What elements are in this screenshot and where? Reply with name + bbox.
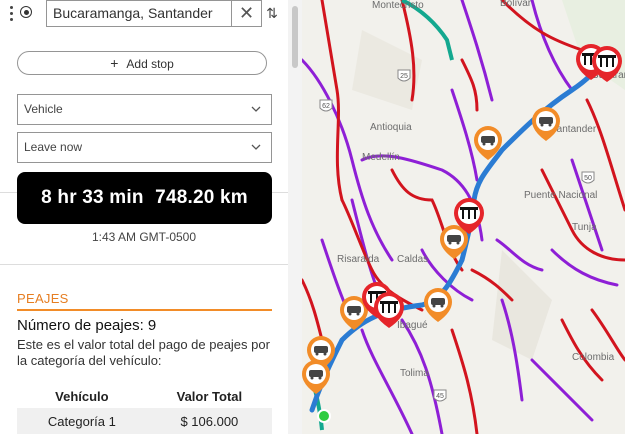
directions-panel: Bucaramanga, Santander ✕ ⇅ + Add stop Veh…	[0, 0, 288, 434]
panel-scrollbar[interactable]	[288, 0, 302, 434]
departure-time-value: Leave now	[24, 140, 83, 154]
map-label: Montecristo	[372, 0, 424, 11]
summary-time: 8 hr 33 min	[41, 187, 144, 208]
column-header-total: Valor Total	[176, 388, 243, 404]
map-label: Risaralda	[337, 254, 380, 265]
map-label: Ibagué	[397, 320, 428, 331]
map-label: Tolima	[400, 368, 429, 379]
map-label: Bolívar	[500, 0, 532, 9]
peajes-title: PEAJES	[17, 291, 69, 306]
toll-description: Este es el valor total del pago de peaje…	[17, 337, 270, 368]
total-value-cell: $ 106.000	[146, 408, 272, 434]
add-stop-button[interactable]: + Add stop	[17, 51, 267, 75]
stop-row: Bucaramanga, Santander ✕ ⇅	[10, 0, 282, 28]
route-shield: 50	[584, 175, 592, 182]
arrival-time: 1:43 AM GMT-0500	[91, 230, 197, 244]
route-summary: 8 hr 33 min 748.20 km	[17, 172, 272, 224]
table-header-row: Vehículo Valor Total	[17, 384, 272, 408]
plus-icon: +	[110, 55, 119, 71]
destination-input[interactable]: Bucaramanga, Santander ✕	[46, 0, 262, 27]
clear-icon[interactable]: ✕	[231, 1, 261, 26]
map-view[interactable]: Montecristo Bolívar Antioquia Medellín S…	[302, 0, 625, 434]
chevron-down-icon	[251, 106, 261, 112]
scrollbar-thumb[interactable]	[292, 6, 298, 68]
column-header-vehicle: Vehículo	[55, 388, 109, 404]
map-label: Antioquia	[370, 122, 412, 133]
table-row: Categoría 1 $ 106.000	[17, 408, 272, 434]
drag-handle-icon[interactable]	[10, 6, 14, 22]
chevron-down-icon	[251, 144, 261, 150]
peajes-underline	[17, 309, 272, 311]
divider	[0, 264, 288, 265]
travel-mode-value: Vehicle	[24, 102, 63, 116]
route-shield: 62	[322, 103, 330, 110]
route-shield: 25	[400, 73, 408, 80]
vehicle-category-cell: Categoría 1	[17, 408, 147, 434]
swap-stops-icon[interactable]: ⇅	[262, 2, 282, 24]
route-shield: 45	[436, 393, 444, 400]
map-label: Medellín	[362, 152, 400, 163]
toll-fee-table: Vehículo Valor Total Categoría 1 $ 106.0…	[17, 384, 272, 434]
travel-mode-select[interactable]: Vehicle	[17, 94, 272, 125]
map-canvas[interactable]: Montecristo Bolívar Antioquia Medellín S…	[302, 0, 625, 434]
map-label: Puente Nacional	[524, 190, 597, 201]
stop-marker-icon	[20, 6, 32, 18]
map-label: Caldas	[397, 254, 428, 265]
map-label: Tunja	[572, 222, 597, 233]
map-label: Colombia	[572, 352, 615, 363]
start-point-marker[interactable]	[317, 409, 331, 423]
destination-input-value: Bucaramanga, Santander	[53, 5, 213, 21]
departure-time-select[interactable]: Leave now	[17, 132, 272, 163]
add-stop-label: Add stop	[126, 57, 174, 71]
summary-distance: 748.20 km	[155, 187, 248, 208]
toll-count: Número de peajes: 9	[17, 317, 157, 334]
